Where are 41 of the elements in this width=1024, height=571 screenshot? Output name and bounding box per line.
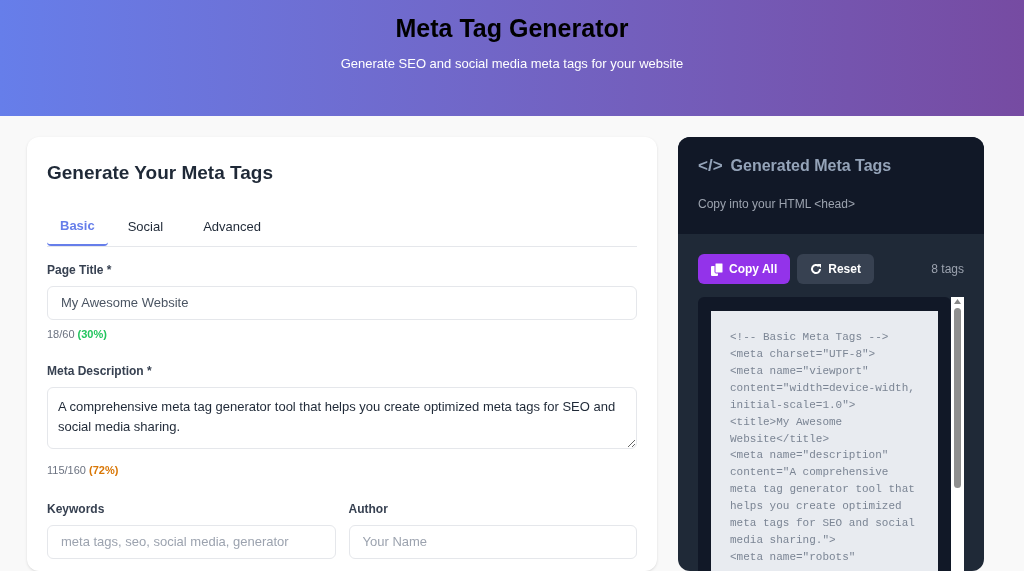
page-title-input[interactable]: My Awesome Website	[47, 285, 637, 320]
page-title: Meta Tag Generator	[395, 13, 629, 44]
page-subtitle: Generate SEO and social media meta tags for your website	[340, 55, 684, 73]
code-line: <meta charset="UTF-8">	[730, 346, 877, 362]
scrollbar[interactable]	[951, 297, 964, 571]
character-count: 115/160 (72%)	[47, 463, 120, 478]
refresh-icon	[810, 263, 823, 276]
field-label: Meta Description *	[47, 363, 153, 380]
code-line: content="A comprehensive	[730, 465, 890, 481]
reset-button[interactable]: Reset	[797, 254, 874, 285]
field-label: Keywords	[47, 500, 106, 518]
keywords-input[interactable]: meta tags, seo, social media, generator	[47, 524, 336, 559]
field-label: Page Title *	[47, 261, 113, 279]
author-input[interactable]: Your Name	[348, 524, 637, 559]
code-line: helps you create optimized	[730, 499, 903, 515]
code-icon: </>	[698, 153, 723, 179]
code-line: <!-- Basic Meta Tags -->	[730, 330, 890, 346]
code-line: <meta name="viewport"	[730, 363, 870, 379]
tag-count: 8 tags	[931, 261, 964, 279]
tab[interactable]: Advanced	[183, 207, 281, 246]
meta-description-input[interactable]: A comprehensive meta tag generator tool that helps you create optimized meta tags for SEO and social media sharing.	[47, 387, 637, 449]
character-count: 18/60 (30%)	[47, 326, 108, 342]
code-line: initial-scale=1.0">	[730, 397, 857, 413]
tab[interactable]: Social	[107, 207, 184, 246]
scrollbar-thumb[interactable]	[954, 308, 961, 489]
output-title: Generated Meta Tags	[730, 155, 892, 176]
code-line: media sharing.">	[730, 532, 837, 548]
output-subtitle: Copy into your HTML <head>	[698, 195, 856, 213]
field-label: Author	[348, 500, 389, 518]
code-line: meta tags for SEO and social	[730, 516, 916, 532]
scroll-up-icon[interactable]	[954, 299, 961, 305]
tab[interactable]: Basic	[47, 207, 108, 246]
code-line: <meta name="robots"	[730, 549, 857, 565]
code-line: Website</title>	[730, 431, 831, 447]
code-line: meta tag generator tool that	[730, 482, 916, 498]
copy-all-button[interactable]: Copy All	[698, 254, 791, 285]
code-line: content="width=device-width,	[730, 380, 916, 396]
form-title: Generate Your Meta Tags	[47, 161, 274, 185]
code-line: <meta name="description"	[730, 448, 890, 464]
copy-icon	[711, 262, 723, 276]
code-line: <title>My Awesome	[730, 414, 844, 430]
